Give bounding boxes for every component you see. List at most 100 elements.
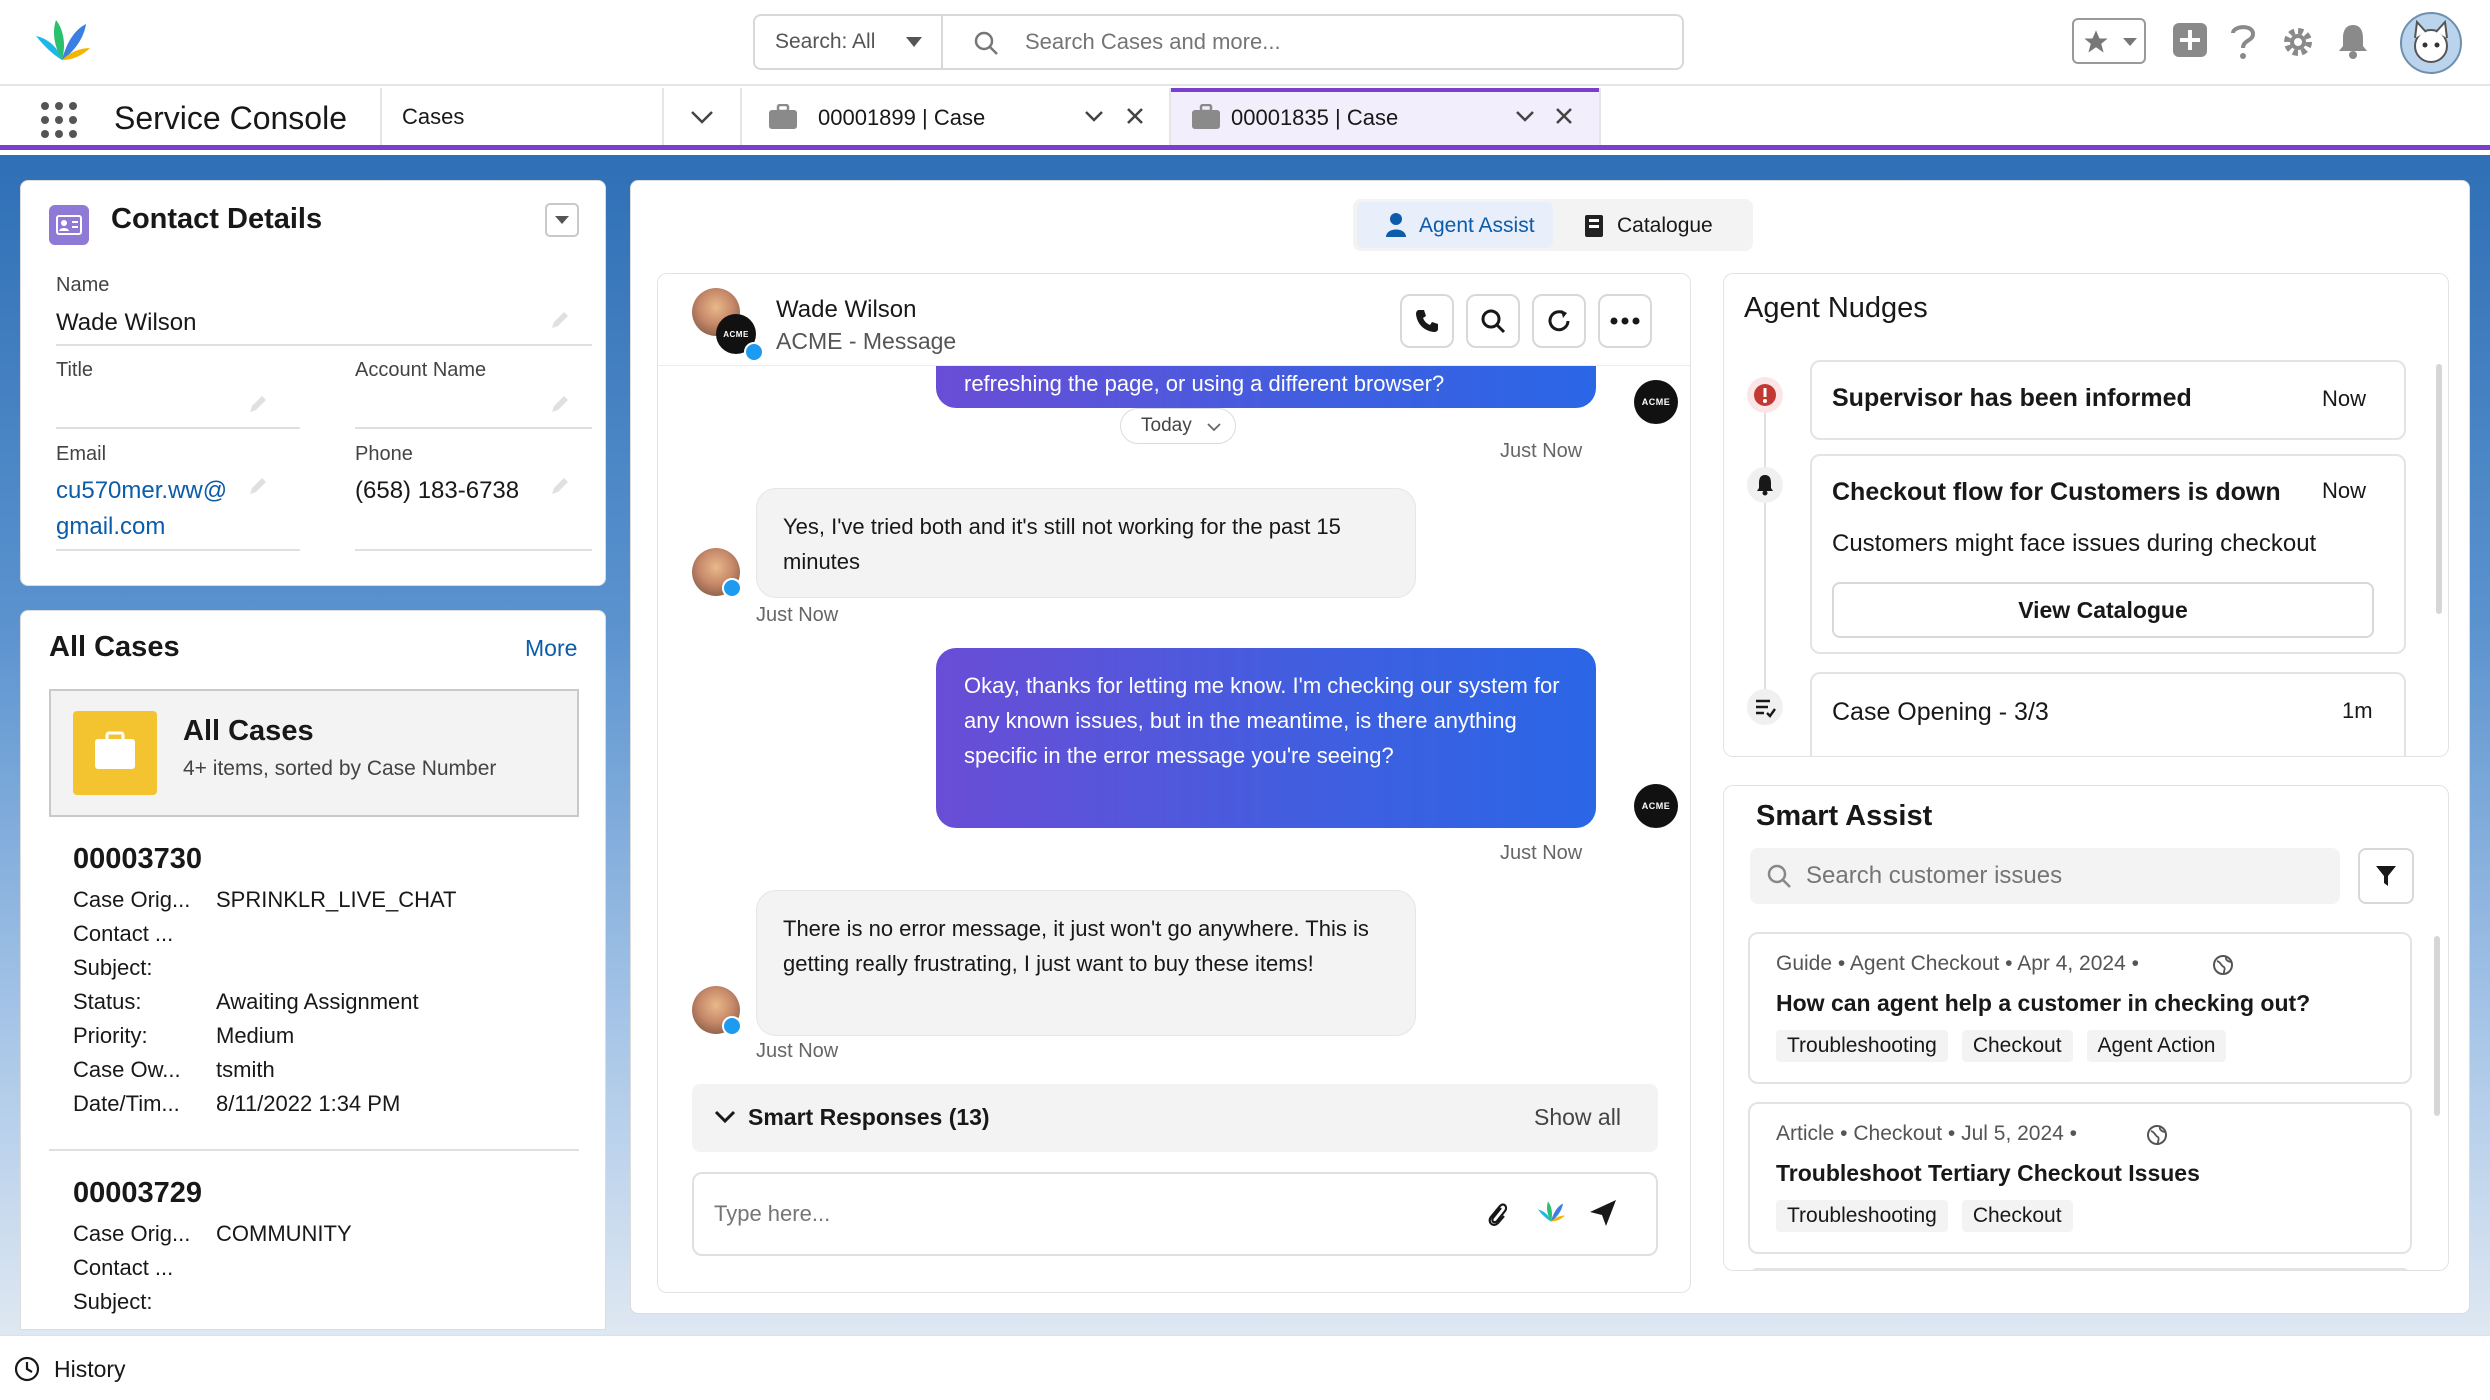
message-bubble-incoming: Yes, I've tried both and it's still not … xyxy=(756,488,1416,598)
article-title[interactable]: How can agent help a customer in checkin… xyxy=(1776,990,2310,1017)
case-record-item[interactable]: 00003729 Case Orig... COMMUNITY Contact .… xyxy=(73,1177,593,1329)
user-avatar[interactable] xyxy=(2400,12,2462,74)
history-utility-item[interactable]: History xyxy=(14,1354,174,1386)
search-conversation-button[interactable] xyxy=(1466,294,1520,348)
article-card[interactable]: Guide • Agent Checkout • Apr 4, 2024 • H… xyxy=(1748,932,2412,1084)
edit-pencil-icon[interactable] xyxy=(549,475,571,497)
nudge-item[interactable]: Checkout flow for Customers is down Now … xyxy=(1810,454,2406,654)
paperclip-icon[interactable] xyxy=(1486,1200,1508,1230)
close-icon[interactable] xyxy=(1555,107,1573,125)
message-text: There is no error message, it just won't… xyxy=(783,916,1369,976)
tag[interactable]: Troubleshooting xyxy=(1776,1200,1948,1232)
checklist-icon xyxy=(1746,688,1784,726)
edit-pencil-icon[interactable] xyxy=(549,309,571,331)
call-button[interactable] xyxy=(1400,294,1454,348)
date-separator-pill[interactable]: Today xyxy=(1120,408,1236,444)
twitter-badge-icon xyxy=(744,342,764,362)
nudge-item[interactable]: Supervisor has been informed Now xyxy=(1810,360,2406,440)
case-field-label: Contact ... xyxy=(73,1255,174,1280)
phone-icon xyxy=(1414,308,1440,334)
card-menu-button[interactable] xyxy=(545,203,579,237)
edit-pencil-icon[interactable] xyxy=(247,393,269,415)
more-link[interactable]: More xyxy=(525,635,577,662)
all-cases-list-view[interactable]: All Cases 4+ items, sorted by Case Numbe… xyxy=(49,689,579,817)
case-field-label: Case Orig... xyxy=(73,1221,191,1246)
agent-brand-avatar: ACME xyxy=(1634,380,1678,424)
tab-catalogue[interactable]: Catalogue xyxy=(1561,202,1747,248)
nudge-item[interactable]: Case Opening - 3/3 1m xyxy=(1810,672,2406,757)
case-field-value: 8/11/2022 1:34 PM xyxy=(216,1091,401,1116)
smart-assist-panel: Smart Assist Guide • Agent Checkout • Ap… xyxy=(1723,785,2449,1271)
progress-dot xyxy=(1832,756,1850,757)
nav-menu-dropdown[interactable] xyxy=(664,88,740,145)
refresh-icon xyxy=(1545,307,1573,335)
article-title[interactable]: Troubleshoot Tertiary Checkout Issues xyxy=(1776,1160,2200,1187)
clock-icon xyxy=(14,1356,40,1382)
history-label: History xyxy=(54,1356,126,1382)
nav-item-cases[interactable]: Cases xyxy=(382,88,662,145)
tag[interactable]: Troubleshooting xyxy=(1776,1030,1948,1062)
case-field-value: Awaiting Assignment xyxy=(216,989,419,1014)
more-actions-button[interactable] xyxy=(1598,294,1652,348)
filter-button[interactable] xyxy=(2358,848,2414,904)
message-bubble-outgoing: Okay, thanks for letting me know. I'm ch… xyxy=(936,648,1596,828)
tag[interactable]: Checkout xyxy=(1961,1030,2073,1062)
scrollbar-thumb[interactable] xyxy=(2434,936,2440,1116)
edit-pencil-icon[interactable] xyxy=(247,475,269,497)
article-card[interactable]: Article • Checkout • Jul 5, 2024 • Troub… xyxy=(1748,1102,2412,1254)
search-scope-dropdown[interactable]: Search: All xyxy=(755,16,943,68)
sprinklr-ai-icon[interactable] xyxy=(1536,1198,1566,1226)
help-icon[interactable] xyxy=(2228,22,2258,60)
contact-email-link[interactable]: gmail.com xyxy=(56,513,165,541)
tab-label: Agent Assist xyxy=(1419,214,1535,237)
global-header: Search: All xyxy=(0,0,2490,86)
sprinklr-logo-icon[interactable] xyxy=(32,16,92,66)
case-field-value: COMMUNITY xyxy=(216,1221,352,1246)
close-icon[interactable] xyxy=(1126,107,1144,125)
case-record-item[interactable]: 00003730 Case Orig... SPRINKLR_LIVE_CHAT … xyxy=(73,843,593,1183)
app-launcher-icon[interactable] xyxy=(40,101,78,139)
smart-responses-bar[interactable]: Smart Responses (13) Show all xyxy=(692,1084,1658,1152)
contact-card-icon xyxy=(49,205,89,245)
gear-icon[interactable] xyxy=(2280,24,2316,60)
favorites-button[interactable] xyxy=(2072,18,2146,64)
message-input[interactable] xyxy=(714,1194,1414,1234)
case-number[interactable]: 00003729 xyxy=(73,1177,202,1210)
chevron-down-icon[interactable] xyxy=(1084,110,1104,122)
bell-icon[interactable] xyxy=(2336,22,2370,60)
message-text: Yes, I've tried both and it's still not … xyxy=(783,514,1341,574)
case-number[interactable]: 00003730 xyxy=(73,843,202,876)
timeline-line xyxy=(1764,400,1766,700)
tab-case-00001835[interactable]: 00001835 | Case xyxy=(1171,88,1599,145)
chevron-down-icon xyxy=(905,36,923,48)
conversation-header: ACME Wade Wilson ACME - Message xyxy=(658,274,1690,366)
show-all-link[interactable]: Show all xyxy=(1534,1104,1621,1131)
nudge-time: Now xyxy=(2322,386,2367,411)
contact-phone-value[interactable]: (658) 183-6738 xyxy=(355,477,519,505)
add-icon[interactable] xyxy=(2172,22,2208,58)
tag[interactable]: Checkout xyxy=(1961,1200,2073,1232)
send-icon[interactable] xyxy=(1588,1198,1618,1228)
view-catalogue-button[interactable]: View Catalogue xyxy=(1832,582,2374,638)
panel-title: Smart Assist xyxy=(1756,800,1933,832)
scrollbar-thumb[interactable] xyxy=(2436,364,2442,614)
tag[interactable]: Agent Action xyxy=(2086,1030,2227,1062)
tab-agent-assist[interactable]: Agent Assist xyxy=(1357,202,1553,248)
search-scope-label: Search: All xyxy=(775,30,876,53)
case-field-label: Contact ... xyxy=(73,921,174,946)
issue-search-input[interactable] xyxy=(1806,856,2316,896)
book-icon xyxy=(1583,214,1605,238)
edit-pencil-icon[interactable] xyxy=(549,393,571,415)
nudge-title: Case Opening - 3/3 xyxy=(1832,698,2049,726)
article-tags: Troubleshooting Checkout xyxy=(1776,1200,2087,1232)
chevron-down-icon[interactable] xyxy=(1515,110,1535,122)
refresh-button[interactable] xyxy=(1532,294,1586,348)
globe-icon xyxy=(2146,1124,2168,1146)
tab-case-00001899[interactable]: 00001899 | Case xyxy=(742,88,1169,145)
message-timestamp: Just Now xyxy=(756,1040,839,1062)
tab-label: 00001899 | Case xyxy=(818,105,986,130)
article-tags: Troubleshooting Checkout Agent Action xyxy=(1776,1030,2240,1062)
contact-email-link[interactable]: cu570mer.ww@ xyxy=(56,477,227,505)
global-search-input[interactable] xyxy=(1025,16,1665,68)
article-card[interactable] xyxy=(1748,1268,2412,1270)
